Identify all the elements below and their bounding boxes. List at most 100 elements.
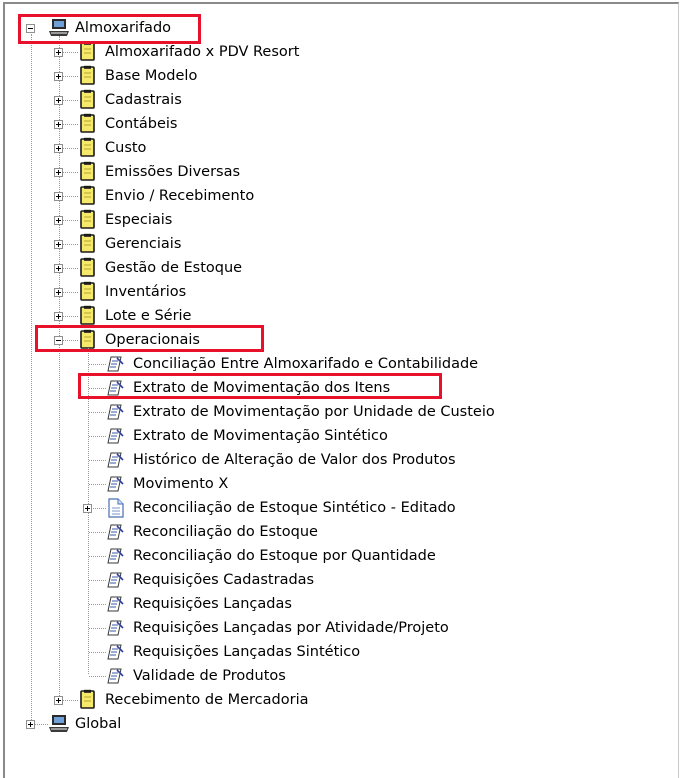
report-icon — [106, 546, 126, 566]
tree-item-requisicoes-cadastradas[interactable]: Requisições Cadastradas — [106, 568, 314, 592]
report-icon — [106, 618, 126, 638]
expand-toggle-envio-recebimento[interactable] — [54, 192, 63, 201]
tree-item-label: Requisições Lançadas Sintético — [133, 644, 361, 660]
tree-item-label: Extrato de Movimentação por Unidade de C… — [133, 404, 495, 420]
tree-group-label: Lote e Série — [105, 308, 192, 324]
report-icon — [106, 402, 126, 422]
tree-group-label: Operacionais — [105, 332, 200, 348]
expand-toggle-gerenciais[interactable] — [54, 240, 63, 249]
report-icon — [106, 666, 126, 686]
tree-group-inventarios[interactable]: Inventários — [78, 280, 186, 304]
tree-item-requisicoes-lancadas[interactable]: Requisições Lançadas — [106, 592, 292, 616]
tree-item-label: Reconciliação do Estoque por Quantidade — [133, 548, 436, 564]
tree-item-label: Histórico de Alteração de Valor dos Prod… — [133, 452, 456, 468]
collapse-toggle-almoxarifado[interactable] — [26, 24, 35, 33]
folder-report-icon — [78, 185, 98, 207]
tree-connector — [89, 364, 106, 365]
tree-group-label: Base Modelo — [105, 68, 198, 84]
expand-toggle-lote-e-serie[interactable] — [54, 312, 63, 321]
folder-report-icon — [78, 305, 98, 327]
expand-toggle-base-modelo[interactable] — [54, 72, 63, 81]
report-icon — [106, 474, 126, 494]
report-icon — [106, 354, 126, 374]
tree-item-label: Extrato de Movimentação dos Itens — [133, 380, 391, 396]
expand-toggle-contabeis[interactable] — [54, 120, 63, 129]
tree-item-label: Conciliação Entre Almoxarifado e Contabi… — [133, 356, 479, 372]
folder-report-icon — [78, 209, 98, 231]
tree-connector — [89, 412, 106, 413]
folder-report-icon — [78, 161, 98, 183]
expand-toggle-cadastrais[interactable] — [54, 96, 63, 105]
folder-report-icon — [78, 89, 98, 111]
expand-toggle-inventarios[interactable] — [54, 288, 63, 297]
computer-icon — [49, 19, 69, 36]
tree-item-reconciliacao-de-estoque-sintetico-editado[interactable]: Reconciliação de Estoque Sintético - Edi… — [106, 496, 456, 520]
tree-connector — [89, 484, 106, 485]
expand-toggle-almoxarifado-x-pdv-resort[interactable] — [54, 48, 63, 57]
tree-item-label: Movimento X — [133, 476, 229, 492]
tree-group-label: Especiais — [105, 212, 173, 228]
folder-report-icon — [78, 689, 98, 711]
computer-icon — [48, 714, 70, 734]
tree-connector — [89, 580, 106, 581]
tree-root-almoxarifado[interactable]: Almoxarifado — [48, 16, 171, 40]
tree-group-custo[interactable]: Custo — [78, 136, 146, 160]
tree-item-conciliacao-entre-almoxarifado-e-contabilidade[interactable]: Conciliação Entre Almoxarifado e Contabi… — [106, 352, 478, 376]
report-icon — [106, 594, 126, 614]
tree-item-reconciliacao-do-estoque-por-quantidade[interactable]: Reconciliação do Estoque por Quantidade — [106, 544, 436, 568]
tree-group-gerenciais[interactable]: Gerenciais — [78, 232, 181, 256]
tree-connector — [89, 460, 106, 461]
tree-item-requisicoes-lancadas-sintetico[interactable]: Requisições Lançadas Sintético — [106, 640, 360, 664]
tree-group-contabeis[interactable]: Contábeis — [78, 112, 177, 136]
tree-item-label: Requisições Lançadas — [133, 596, 292, 612]
tree-item-label: Extrato de Movimentação Sintético — [133, 428, 388, 444]
tree-group-label: Recebimento de Mercadoria — [105, 692, 309, 708]
report-icon — [106, 450, 126, 470]
expand-toggle-reconciliacao-de-estoque-sintetico-editado[interactable] — [83, 504, 92, 513]
tree-group-emissoes-diversas[interactable]: Emissões Diversas — [78, 160, 240, 184]
folder-report-icon — [78, 281, 98, 303]
tree-item-label: Reconciliação do Estoque — [133, 524, 318, 540]
tree-item-reconciliacao-do-estoque[interactable]: Reconciliação do Estoque — [106, 520, 318, 544]
tree-root-label: Almoxarifado — [75, 20, 172, 36]
tree-group-label: Inventários — [105, 284, 187, 300]
report-icon — [106, 378, 126, 398]
tree-item-historico-de-alteracao-de-valor-dos-produtos[interactable]: Histórico de Alteração de Valor dos Prod… — [106, 448, 456, 472]
tree-group-almoxarifado-x-pdv-resort[interactable]: Almoxarifado x PDV Resort — [78, 40, 299, 64]
tree-group-label: Contábeis — [105, 116, 178, 132]
tree-group-envio-recebimento[interactable]: Envio / Recebimento — [78, 184, 254, 208]
expand-toggle-especiais[interactable] — [54, 216, 63, 225]
tree-item-label: Requisições Lançadas por Atividade/Proje… — [133, 620, 449, 636]
tree-item-requisicoes-lancadas-por-atividade-projeto[interactable]: Requisições Lançadas por Atividade/Proje… — [106, 616, 449, 640]
expand-toggle-operacionais[interactable] — [54, 336, 63, 345]
tree-line-root — [31, 34, 32, 724]
tree-group-label: Envio / Recebimento — [105, 188, 255, 204]
tree-group-especiais[interactable]: Especiais — [78, 208, 172, 232]
folder-report-icon — [78, 41, 98, 63]
tree-group-base-modelo[interactable]: Base Modelo — [78, 64, 197, 88]
tree-group-cadastrais[interactable]: Cadastrais — [78, 88, 182, 112]
tree-group-gestao-de-estoque[interactable]: Gestão de Estoque — [78, 256, 242, 280]
tree-item-movimento-x[interactable]: Movimento X — [106, 472, 228, 496]
expand-toggle-gestao-de-estoque[interactable] — [54, 264, 63, 273]
tree-group-label: Gerenciais — [105, 236, 182, 252]
expand-toggle-emissoes-diversas[interactable] — [54, 168, 63, 177]
tree-group-lote-e-serie[interactable]: Lote e Série — [78, 304, 191, 328]
tree-item-label: Validade de Produtos — [133, 668, 286, 684]
tree-item-validade-de-produtos[interactable]: Validade de Produtos — [106, 664, 286, 688]
tree-item-extrato-de-movimentacao-dos-itens[interactable]: Extrato de Movimentação dos Itens — [106, 376, 390, 400]
tree-group-recebimento-de-mercadoria[interactable]: Recebimento de Mercadoria — [78, 688, 309, 712]
tree-item-label: Requisições Cadastradas — [133, 572, 315, 588]
expand-toggle-custo[interactable] — [54, 144, 63, 153]
expand-toggle-global[interactable] — [26, 720, 35, 729]
report-icon — [106, 642, 126, 662]
tree-root-global[interactable]: Global — [48, 712, 121, 736]
tree-connector — [89, 388, 106, 389]
report-tree: Almoxarifado Almoxarifado x PDV Resort Ba… — [0, 0, 682, 776]
tree-group-operacionais[interactable]: Operacionais — [78, 328, 200, 352]
tree-item-extrato-de-movimentacao-por-unidade-de-custeio[interactable]: Extrato de Movimentação por Unidade de C… — [106, 400, 495, 424]
folder-report-icon — [78, 257, 98, 279]
expand-toggle-recebimento-de-mercadoria[interactable] — [54, 696, 63, 705]
report-icon — [106, 522, 126, 542]
tree-item-extrato-de-movimentacao-sintetico[interactable]: Extrato de Movimentação Sintético — [106, 424, 388, 448]
